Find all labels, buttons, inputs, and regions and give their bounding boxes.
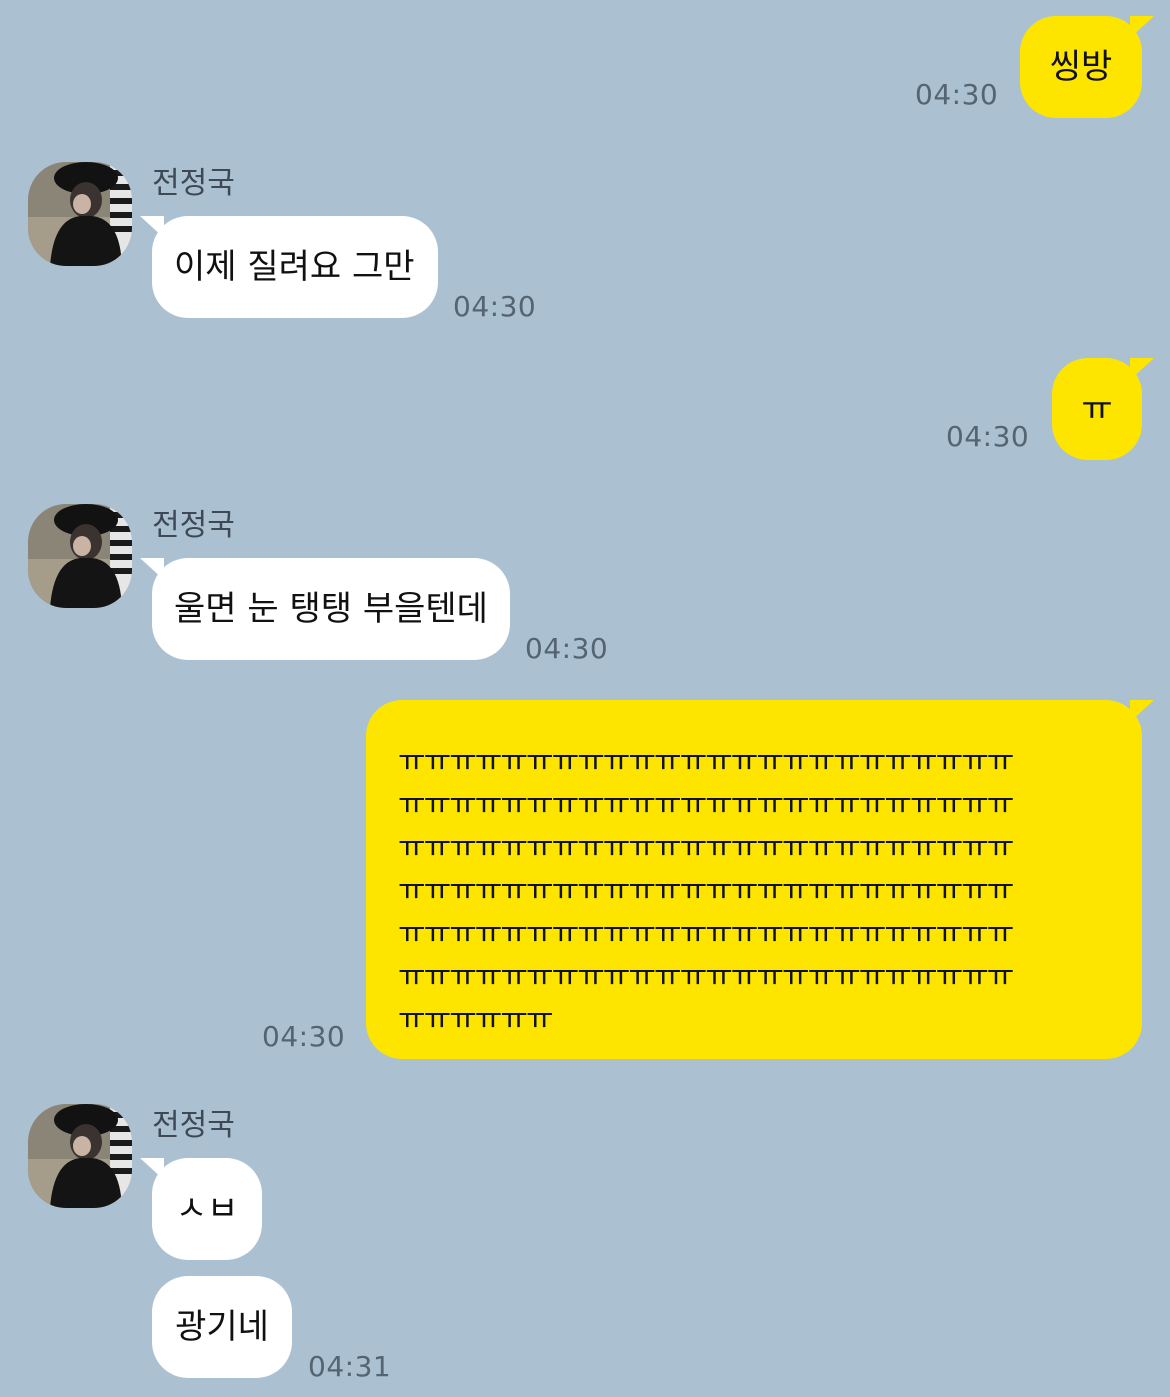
message-text: 씽방	[1049, 47, 1113, 87]
message-bubble-incoming[interactable]: 광기네	[152, 1276, 292, 1378]
message-time: 04:31	[308, 1350, 392, 1383]
message-time: 04:30	[946, 420, 1030, 453]
contact-photo-icon	[28, 162, 132, 266]
message-text: ㅠㅠㅠㅠㅠㅠㅠㅠㅠㅠㅠㅠㅠㅠㅠㅠㅠㅠㅠㅠㅠㅠㅠㅠ ㅠㅠㅠㅠㅠㅠㅠㅠㅠㅠㅠㅠㅠㅠㅠ…	[398, 744, 1014, 1037]
message-bubble-outgoing[interactable]: ㅠ	[1052, 358, 1154, 460]
sender-name: 전정국	[152, 166, 235, 201]
message-text: 이제 질려요 그만	[174, 247, 415, 287]
contact-photo-icon	[28, 504, 132, 608]
message-time: 04:30	[915, 78, 999, 111]
message-bubble-incoming[interactable]: ㅅㅂ	[140, 1158, 262, 1260]
message-time: 04:30	[525, 632, 609, 665]
contact-avatar[interactable]	[28, 504, 132, 608]
message-time: 04:30	[262, 1020, 346, 1053]
message-time: 04:30	[453, 290, 537, 323]
message-text: ㅅㅂ	[175, 1189, 239, 1229]
message-text: 광기네	[175, 1307, 269, 1347]
contact-avatar[interactable]	[28, 1104, 132, 1208]
message-text: 울면 눈 탱탱 부을텐데	[174, 589, 488, 629]
sender-name: 전정국	[152, 508, 235, 543]
message-bubble-outgoing[interactable]: 씽방	[1020, 16, 1154, 118]
sender-name: 전정국	[152, 1108, 235, 1143]
message-bubble-incoming[interactable]: 울면 눈 탱탱 부을텐데	[140, 558, 510, 660]
message-bubble-incoming[interactable]: 이제 질려요 그만	[140, 216, 438, 318]
message-text: ㅠ	[1081, 389, 1113, 429]
contact-photo-icon	[28, 1104, 132, 1208]
contact-avatar[interactable]	[28, 162, 132, 266]
message-bubble-outgoing[interactable]: ㅠㅠㅠㅠㅠㅠㅠㅠㅠㅠㅠㅠㅠㅠㅠㅠㅠㅠㅠㅠㅠㅠㅠㅠ ㅠㅠㅠㅠㅠㅠㅠㅠㅠㅠㅠㅠㅠㅠㅠ…	[366, 700, 1154, 1059]
